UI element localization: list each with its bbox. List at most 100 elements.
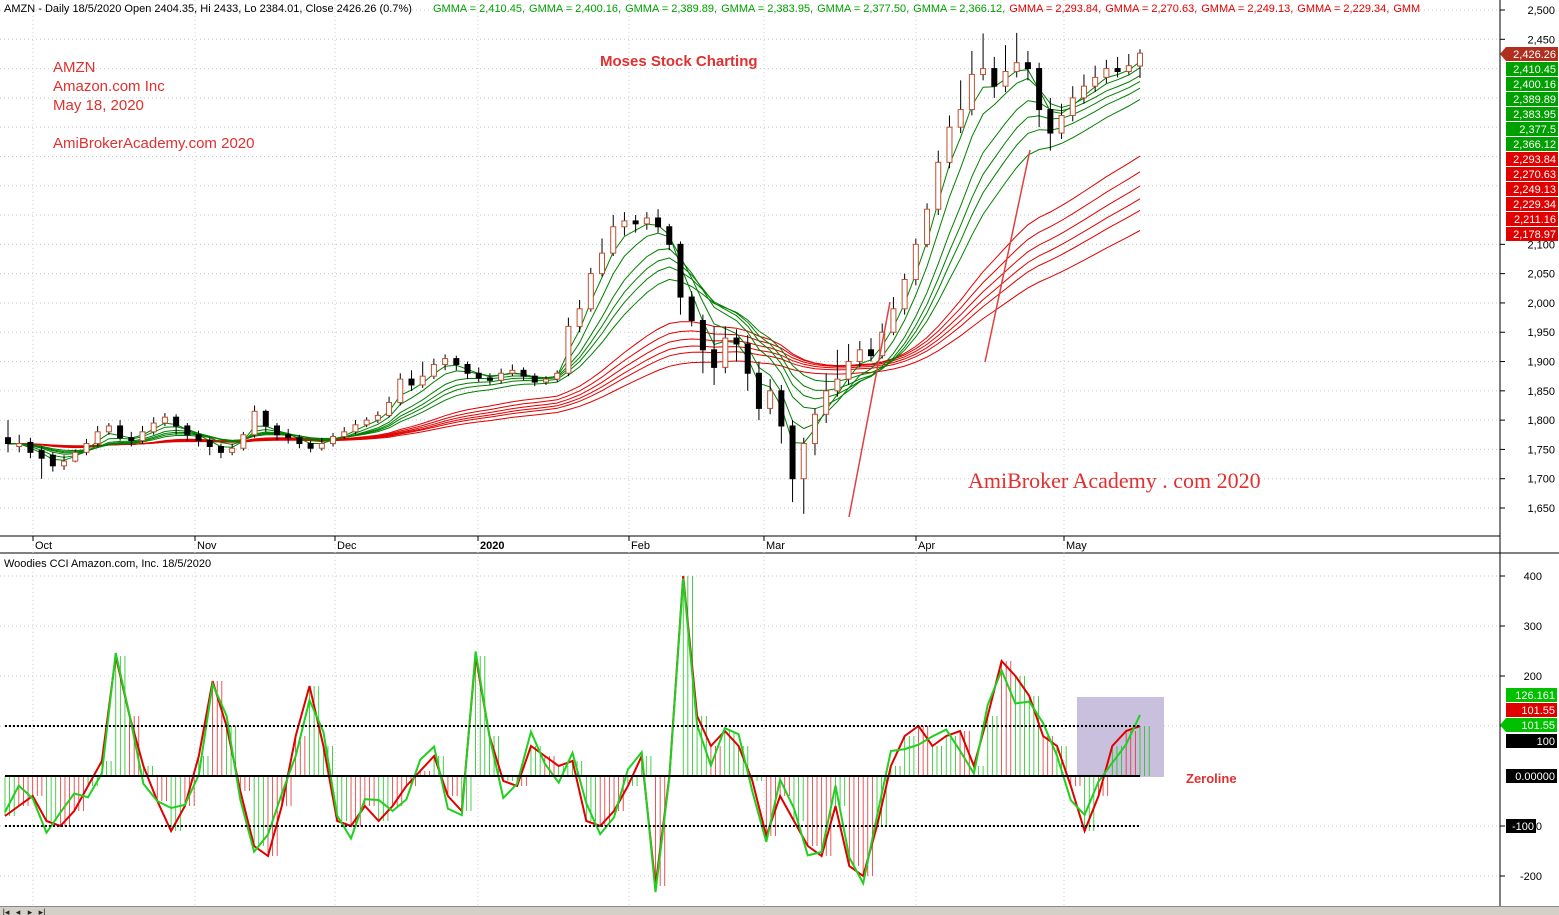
candle-body	[755, 372, 762, 409]
cci-tag-label: -100	[1512, 821, 1534, 833]
price-axis-label: 1,700	[1527, 474, 1555, 486]
candle-body	[587, 273, 594, 310]
candle-body	[397, 378, 404, 404]
candle-body	[1125, 65, 1132, 73]
price-tag-label: 2,389.89	[1513, 94, 1556, 106]
site-label: AmiBrokerAcademy.com 2020	[53, 135, 254, 152]
price-axis-label: 2,450	[1527, 34, 1555, 46]
candle-body	[542, 378, 549, 383]
price-axis-label: 1,950	[1527, 327, 1555, 339]
candle-body	[699, 320, 706, 351]
candle-body	[789, 425, 796, 480]
price-axis-label: 2,100	[1527, 239, 1555, 251]
price-axis-label: 1,850	[1527, 386, 1555, 398]
candle-body	[408, 378, 415, 386]
candle-body	[834, 378, 841, 392]
symbol-label: AMZN	[53, 59, 96, 76]
candle-body	[565, 325, 572, 374]
candle-body	[72, 451, 79, 462]
candle-body	[744, 343, 751, 374]
candle-body	[1069, 97, 1076, 116]
candle-body	[464, 363, 471, 374]
candle-body	[49, 454, 56, 467]
price-axis-label: 1,900	[1527, 357, 1555, 369]
cci-tag-label: 0.00000	[1515, 771, 1555, 783]
candle-body	[655, 217, 662, 228]
gmma-legend-item: GMMA = 2,377.50,	[817, 3, 909, 15]
candle-body	[150, 422, 157, 433]
candle-body	[16, 443, 23, 447]
cci-tag-label: 101.55	[1521, 705, 1555, 717]
price-tag-label: 2,400.16	[1513, 79, 1556, 91]
candle-body	[610, 226, 617, 254]
candle-body	[173, 416, 180, 427]
candle-body	[722, 337, 729, 368]
candle-body	[240, 434, 247, 449]
gmma-legend-item: GMMA = 2,293.84,	[1009, 3, 1101, 15]
candle-body	[430, 363, 437, 377]
month-label: 2020	[480, 540, 504, 552]
candle-body	[1114, 68, 1121, 73]
watermark: AmiBroker Academy . com 2020	[968, 468, 1261, 493]
candle-body	[498, 372, 505, 381]
cci-axis-label: 200	[1524, 671, 1542, 683]
candle-body	[285, 434, 292, 439]
candle-body	[509, 369, 516, 374]
gmma-legend-item: GMMA = 2,229.34,	[1297, 3, 1389, 15]
month-label: Apr	[918, 540, 935, 552]
cci-axis-label: -200	[1520, 871, 1542, 883]
candle-body	[935, 161, 942, 210]
gmma-legend: GMMA = 2,410.45, GMMA = 2,400.16, GMMA = 2…	[433, 3, 1420, 15]
price-tag-label: 2,293.84	[1513, 154, 1556, 166]
ticker-header: AMZN - Daily 18/5/2020 Open 2404.35, Hi …	[4, 3, 412, 15]
candle-body	[229, 447, 236, 453]
candle-body	[1058, 114, 1065, 134]
gmma-legend-item: GMM	[1393, 3, 1420, 15]
cci-title: Woodies CCI Amazon.com, Inc. 18/5/2020	[4, 558, 211, 570]
candle-body	[251, 410, 258, 436]
candle-body	[330, 436, 337, 445]
price-tag-label: 2,211.16	[1514, 214, 1556, 226]
cci-axis-label: 300	[1524, 621, 1542, 633]
gmma-legend-item: GMMA = 2,270.63,	[1105, 3, 1197, 15]
candle-body	[800, 443, 807, 480]
amzn-chart-canvas[interactable]: AMZN - Daily 18/5/2020 Open 2404.35, Hi …	[0, 0, 1559, 914]
gmma-legend-item: GMMA = 2,366.12,	[913, 3, 1005, 15]
candle-body	[27, 441, 34, 453]
price-axis-label: 2,000	[1527, 298, 1555, 310]
price-tag-label: 2,366.12	[1513, 139, 1556, 151]
candle-body	[991, 68, 998, 87]
company-label: Amazon.com Inc	[53, 78, 165, 95]
month-label: Oct	[35, 540, 52, 552]
candle-body	[912, 243, 919, 281]
candle-body	[363, 419, 370, 426]
candle-body	[1092, 76, 1099, 87]
candle-body	[94, 431, 101, 445]
candle-body	[767, 390, 774, 409]
candle-body	[5, 437, 11, 445]
candle-body	[1137, 52, 1143, 67]
candle-body	[924, 208, 931, 245]
candle-body	[442, 358, 449, 365]
gmma-legend-item: GMMA = 2,400.16,	[529, 3, 621, 15]
cci-axis-label: 400	[1524, 571, 1542, 583]
candle-body	[666, 226, 673, 245]
candle-body	[83, 443, 90, 453]
candle-body	[621, 220, 628, 228]
candle-body	[811, 413, 818, 445]
candle-body	[901, 279, 908, 310]
zeroline-label: Zeroline	[1186, 771, 1237, 786]
price-axis-label: 1,800	[1527, 415, 1555, 427]
chart-title: Moses Stock Charting	[600, 53, 758, 70]
candle-body	[419, 375, 426, 386]
price-axis-label: 1,750	[1527, 444, 1555, 456]
price-tag-label: 2,249.13	[1513, 184, 1556, 196]
candle-body	[1013, 62, 1020, 73]
candle-body	[1036, 68, 1043, 111]
candle-body	[184, 425, 191, 436]
candle-body	[531, 375, 538, 383]
candle-body	[520, 369, 527, 377]
price-axis-label: 2,500	[1527, 5, 1555, 17]
candle-body	[296, 437, 303, 445]
candle-body	[688, 296, 695, 322]
